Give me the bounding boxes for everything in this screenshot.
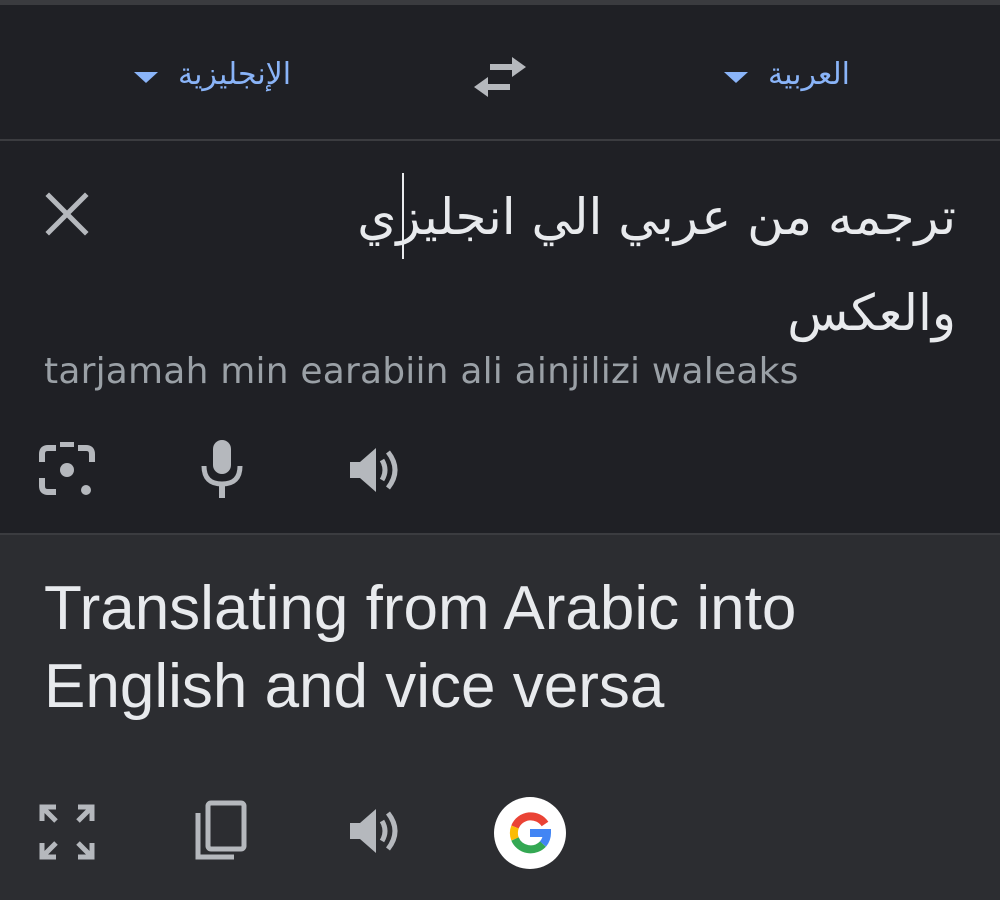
camera-lens-icon xyxy=(39,441,95,495)
swap-languages-button[interactable] xyxy=(472,55,528,99)
transliteration-text: tarjamah min earabiin ali ainjilizi wale… xyxy=(44,351,799,392)
close-icon xyxy=(45,192,89,236)
source-language-selector[interactable]: العربية xyxy=(724,49,850,99)
microphone-button[interactable] xyxy=(198,438,246,500)
fullscreen-button[interactable] xyxy=(38,803,96,861)
clear-input-button[interactable] xyxy=(44,191,90,237)
target-language-selector[interactable]: الإنجليزية xyxy=(134,49,291,99)
google-logo xyxy=(509,812,552,854)
microphone-icon xyxy=(201,440,243,498)
camera-input-button[interactable] xyxy=(38,441,96,498)
chevron-down-icon xyxy=(134,71,158,83)
chevron-down-icon xyxy=(724,71,748,83)
copy-translation-button[interactable] xyxy=(192,799,248,863)
target-language-label: الإنجليزية xyxy=(178,56,292,92)
source-language-label: العربية xyxy=(768,56,850,92)
source-text-input[interactable]: ترجمه من عربي الي انجليزي والعكس xyxy=(236,169,956,361)
swap-arrows-icon xyxy=(474,57,526,97)
speaker-icon xyxy=(350,448,398,492)
listen-source-button[interactable] xyxy=(348,444,406,496)
copy-icon xyxy=(195,800,247,860)
text-cursor xyxy=(402,173,404,259)
listen-translation-button[interactable] xyxy=(348,805,406,857)
input-panel: ترجمه من عربي الي انجليزي والعكس tarjama… xyxy=(0,141,1000,533)
google-search-button[interactable] xyxy=(494,797,566,869)
language-bar: الإنجليزية العربية xyxy=(0,5,1000,141)
fullscreen-icon xyxy=(39,804,95,860)
translation-output: Translating from Arabic into English and… xyxy=(44,574,797,721)
speaker-icon xyxy=(350,809,398,853)
output-panel: Translating from Arabic into English and… xyxy=(0,533,1000,900)
